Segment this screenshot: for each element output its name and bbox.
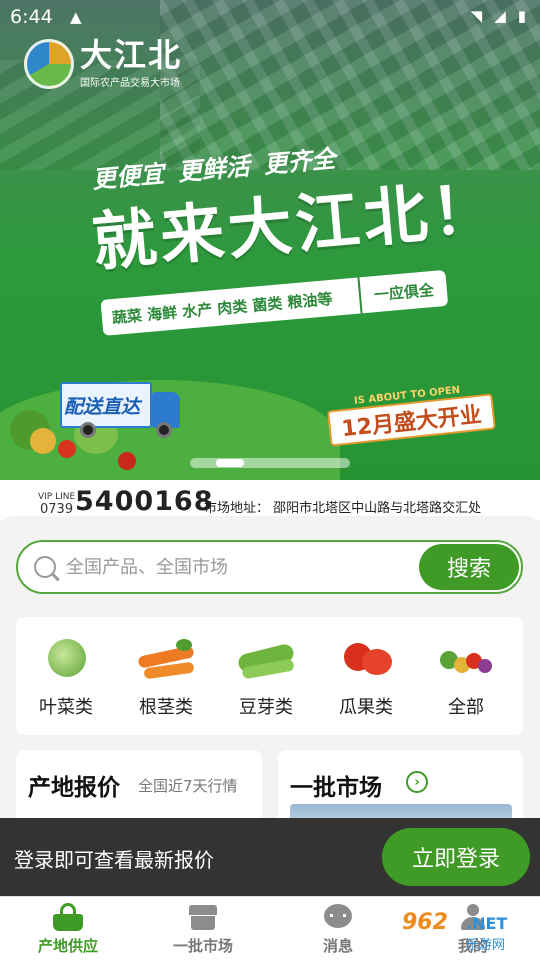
watermark-number: 962	[402, 910, 448, 935]
warning-icon: ▲	[70, 8, 82, 26]
signal-icon: ◢	[494, 7, 506, 25]
search-button[interactable]: 搜索	[419, 544, 519, 590]
tab-label: 消息	[322, 937, 353, 955]
delivery-truck-illustration: 配送直达	[60, 382, 180, 438]
tab-messages[interactable]: 消息	[283, 903, 393, 960]
tagline-categories: 蔬菜 海鲜 水产 肉类 菌类 粮油等	[111, 289, 334, 327]
watermark-name: 乐游网	[466, 938, 506, 953]
vip-label: VIP LINE	[38, 492, 76, 502]
phone-number[interactable]: 5400168	[75, 486, 214, 517]
arrow-right-icon[interactable]: ›	[406, 771, 428, 793]
opening-badge-cn: 12月盛大开业	[326, 393, 496, 447]
category-tagline: 蔬菜 海鲜 水产 肉类 菌类 粮油等 一应俱全	[100, 269, 449, 336]
category-label: 瓜果类	[339, 697, 393, 718]
login-prompt-text: 登录即可查看最新报价	[14, 848, 214, 872]
tomato-icon	[336, 637, 396, 679]
peas-icon	[236, 637, 296, 680]
tab-label: 一批市场	[172, 937, 233, 955]
tab-label: 产地供应	[37, 937, 98, 955]
logo-title: 大江北	[80, 36, 183, 74]
battery-icon: ▮	[517, 7, 526, 25]
category-label: 根茎类	[139, 697, 193, 718]
status-bar: 6:44 ▲ ◥ ◢ ▮	[0, 0, 540, 36]
category-card: 叶菜类 根茎类 豆芽类 瓜果类 全部	[16, 617, 523, 735]
category-label: 全部	[448, 697, 484, 718]
search-icon	[34, 556, 56, 578]
promo-banner[interactable]: 6:44 ▲ ◥ ◢ ▮ 大江北 国际农产品交易大市场 更便宜 更鲜活 更齐全 …	[0, 0, 540, 480]
site-watermark: 962 .NET 乐游网	[402, 910, 538, 954]
wholesale-market-title: 一批市场	[290, 775, 382, 801]
login-prompt-bar: 登录即可查看最新报价 立即登录	[0, 818, 540, 896]
logo-subtitle: 国际农产品交易大市场	[80, 78, 180, 89]
category-fruit-veg[interactable]: 瓜果类	[316, 637, 416, 727]
basket-icon	[53, 903, 83, 931]
cabbage-icon	[36, 637, 96, 679]
category-label: 叶菜类	[39, 697, 93, 718]
search-input[interactable]	[66, 552, 406, 582]
opening-badge: IS ABOUT TO OPEN 12月盛大开业	[326, 381, 497, 450]
category-sprouts[interactable]: 豆芽类	[216, 637, 316, 727]
login-button[interactable]: 立即登录	[382, 828, 530, 886]
tab-wholesale-market[interactable]: 一批市场	[148, 903, 258, 960]
chat-icon	[323, 903, 353, 931]
category-leafy[interactable]: 叶菜类	[16, 637, 116, 727]
brand-logo: 大江北 国际农产品交易大市场	[24, 38, 182, 89]
category-all[interactable]: 全部	[416, 637, 516, 727]
category-label: 豆芽类	[239, 697, 293, 718]
watermark-net: .NET	[466, 914, 508, 933]
truck-label: 配送直达	[64, 396, 141, 418]
wifi-icon: ◥	[470, 7, 483, 25]
status-time: 6:44	[10, 6, 53, 28]
origin-price-subtitle: 全国近7天行情	[138, 777, 238, 795]
logo-emblem-icon	[24, 38, 74, 89]
origin-price-title: 产地报价	[28, 775, 120, 801]
carousel-dot-active	[216, 459, 244, 467]
category-root[interactable]: 根茎类	[116, 637, 216, 727]
tagline-tail: 一应俱全	[357, 269, 449, 314]
store-icon	[188, 903, 218, 931]
area-code: 0739	[40, 502, 74, 517]
mixed-vegetables-icon	[436, 637, 496, 679]
carrot-icon	[136, 637, 196, 680]
carousel-indicator	[190, 458, 350, 468]
market-address: 市场地址： 邵阳市北塔区中山路与北塔路交汇处	[204, 501, 482, 516]
tab-origin-supply[interactable]: 产地供应	[13, 903, 123, 960]
search-bar: 搜索	[16, 540, 523, 594]
